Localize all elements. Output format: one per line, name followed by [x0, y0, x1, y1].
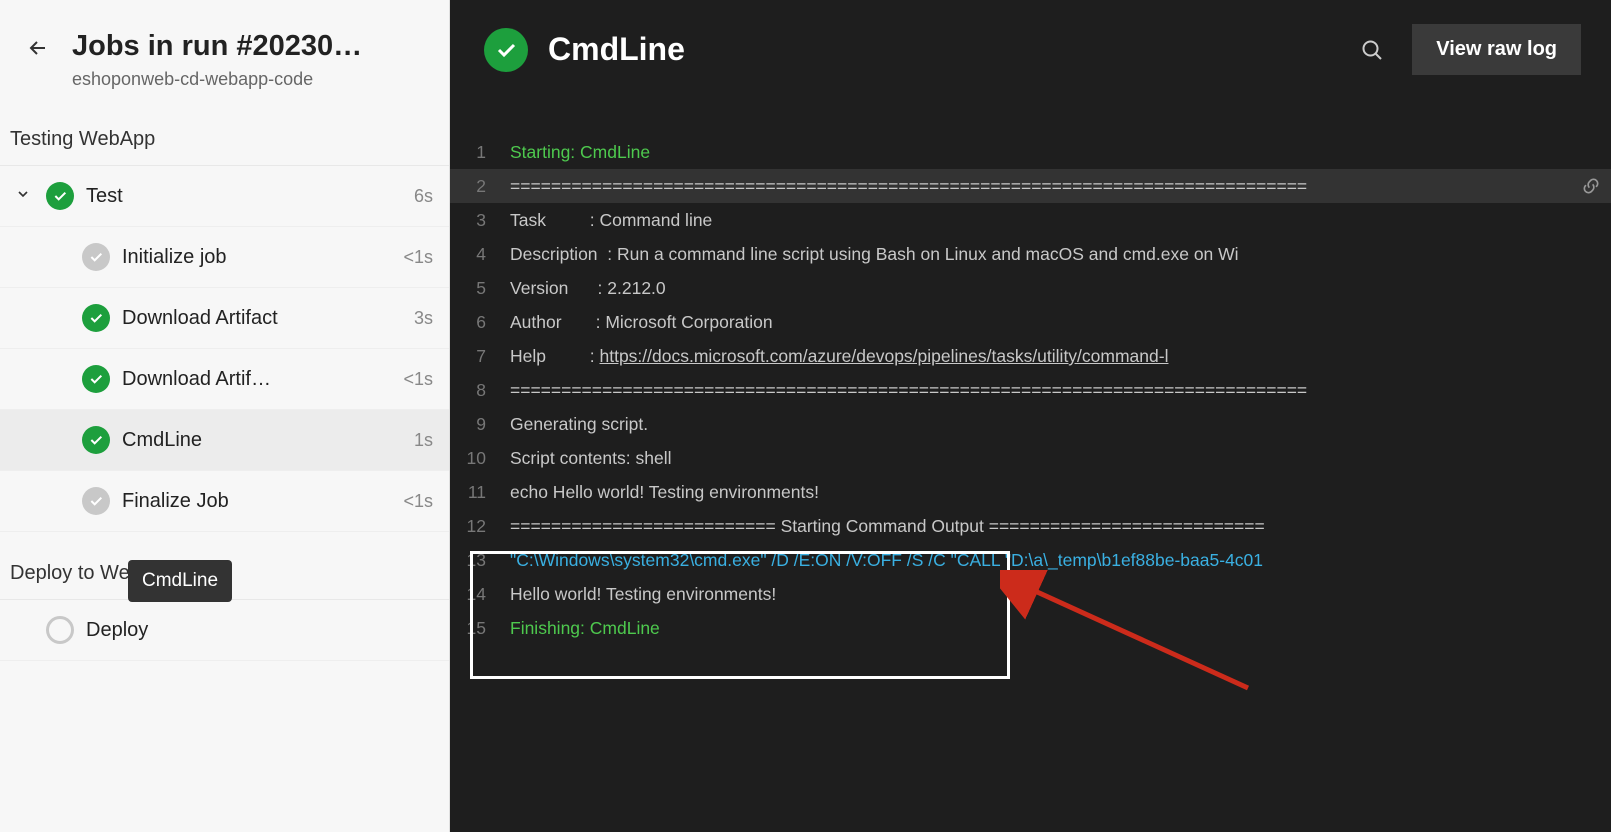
chevron-down-icon[interactable]	[12, 186, 34, 207]
line-number: 13	[450, 543, 510, 577]
back-button[interactable]	[20, 30, 56, 66]
log-text: Starting: CmdLine	[510, 135, 1571, 169]
status-success-icon	[82, 304, 110, 332]
line-number: 12	[450, 509, 510, 543]
log-text: Task : Command line	[510, 203, 1571, 237]
line-number: 10	[450, 441, 510, 475]
step-label: Finalize Job	[122, 490, 391, 513]
step-duration: 3s	[414, 308, 433, 329]
job-row[interactable]: Test 6s	[0, 166, 449, 227]
step-row[interactable]: Initialize job <1s	[0, 227, 449, 288]
stage-header[interactable]: Deploy to WebApp	[0, 532, 449, 600]
log-line[interactable]: 2=======================================…	[450, 169, 1611, 203]
line-number: 3	[450, 203, 510, 237]
line-number: 5	[450, 271, 510, 305]
log-line[interactable]: 11echo Hello world! Testing environments…	[450, 475, 1611, 509]
sidebar: Jobs in run #20230… eshoponweb-cd-webapp…	[0, 0, 450, 832]
log-text: Script contents: shell	[510, 441, 1571, 475]
log-panel: CmdLine View raw log 1Starting: CmdLine2…	[450, 0, 1611, 832]
status-pending-icon	[46, 616, 74, 644]
line-number: 2	[450, 169, 510, 203]
step-row[interactable]: Finalize Job <1s	[0, 471, 449, 532]
log-header: CmdLine View raw log	[450, 0, 1611, 105]
step-label: CmdLine	[122, 429, 402, 452]
log-line[interactable]: 13"C:\Windows\system32\cmd.exe" /D /E:ON…	[450, 543, 1611, 577]
line-number: 11	[450, 475, 510, 509]
line-number: 14	[450, 577, 510, 611]
log-text: Description : Run a command line script …	[510, 237, 1571, 271]
log-text: Hello world! Testing environments!	[510, 577, 1571, 611]
job-label: Deploy	[86, 619, 421, 642]
log-line[interactable]: 15Finishing: CmdLine	[450, 611, 1611, 645]
log-text: ========================================…	[510, 169, 1571, 203]
log-line[interactable]: 1Starting: CmdLine	[450, 135, 1611, 169]
status-skipped-icon	[82, 487, 110, 515]
log-line[interactable]: 10Script contents: shell	[450, 441, 1611, 475]
line-number: 15	[450, 611, 510, 645]
log-text: Generating script.	[510, 407, 1571, 441]
log-line[interactable]: 9Generating script.	[450, 407, 1611, 441]
status-success-icon	[82, 365, 110, 393]
step-duration: <1s	[403, 369, 433, 390]
log-output[interactable]: 1Starting: CmdLine2=====================…	[450, 105, 1611, 685]
step-row[interactable]: CmdLine 1s	[0, 410, 449, 471]
step-row[interactable]: Download Artifact 3s	[0, 288, 449, 349]
line-number: 4	[450, 237, 510, 271]
line-number: 6	[450, 305, 510, 339]
line-number: 1	[450, 135, 510, 169]
log-line[interactable]: 7Help : https://docs.microsoft.com/azure…	[450, 339, 1611, 373]
log-line[interactable]: 12========================== Starting Co…	[450, 509, 1611, 543]
view-raw-log-button[interactable]: View raw log	[1412, 24, 1581, 75]
log-line[interactable]: 6Author : Microsoft Corporation	[450, 305, 1611, 339]
job-label: Test	[86, 185, 402, 208]
log-line[interactable]: 5Version : 2.212.0	[450, 271, 1611, 305]
log-line[interactable]: 14Hello world! Testing environments!	[450, 577, 1611, 611]
log-line[interactable]: 8=======================================…	[450, 373, 1611, 407]
step-label: Download Artifact	[122, 307, 402, 330]
status-skipped-icon	[82, 243, 110, 271]
job-duration: 6s	[414, 186, 433, 207]
step-label: Initialize job	[122, 246, 391, 269]
log-line[interactable]: 4Description : Run a command line script…	[450, 237, 1611, 271]
log-line[interactable]: 3Task : Command line	[450, 203, 1611, 237]
line-number: 7	[450, 339, 510, 373]
step-duration: <1s	[403, 247, 433, 268]
job-row[interactable]: Deploy	[0, 600, 449, 661]
log-text: ========================================…	[510, 373, 1571, 407]
status-success-icon	[46, 182, 74, 210]
step-label: Download Artif…	[122, 368, 391, 391]
log-text: "C:\Windows\system32\cmd.exe" /D /E:ON /…	[510, 543, 1571, 577]
pipeline-name: eshoponweb-cd-webapp-code	[72, 69, 429, 90]
task-title: CmdLine	[548, 31, 1330, 68]
log-text: ========================== Starting Comm…	[510, 509, 1571, 543]
line-number: 8	[450, 373, 510, 407]
line-number: 9	[450, 407, 510, 441]
step-duration: 1s	[414, 430, 433, 451]
search-button[interactable]	[1350, 28, 1394, 72]
log-text: echo Hello world! Testing environments!	[510, 475, 1571, 509]
status-success-icon	[484, 28, 528, 72]
step-row[interactable]: Download Artif… <1s	[0, 349, 449, 410]
page-title: Jobs in run #20230…	[72, 30, 429, 63]
log-text: Author : Microsoft Corporation	[510, 305, 1571, 339]
permalink-icon[interactable]	[1571, 176, 1611, 196]
sidebar-header: Jobs in run #20230… eshoponweb-cd-webapp…	[0, 0, 449, 114]
stage-header[interactable]: Testing WebApp	[0, 114, 449, 166]
status-success-icon	[82, 426, 110, 454]
step-duration: <1s	[403, 491, 433, 512]
log-text: Finishing: CmdLine	[510, 611, 1571, 645]
log-text: Version : 2.212.0	[510, 271, 1571, 305]
log-text: Help : https://docs.microsoft.com/azure/…	[510, 339, 1571, 373]
